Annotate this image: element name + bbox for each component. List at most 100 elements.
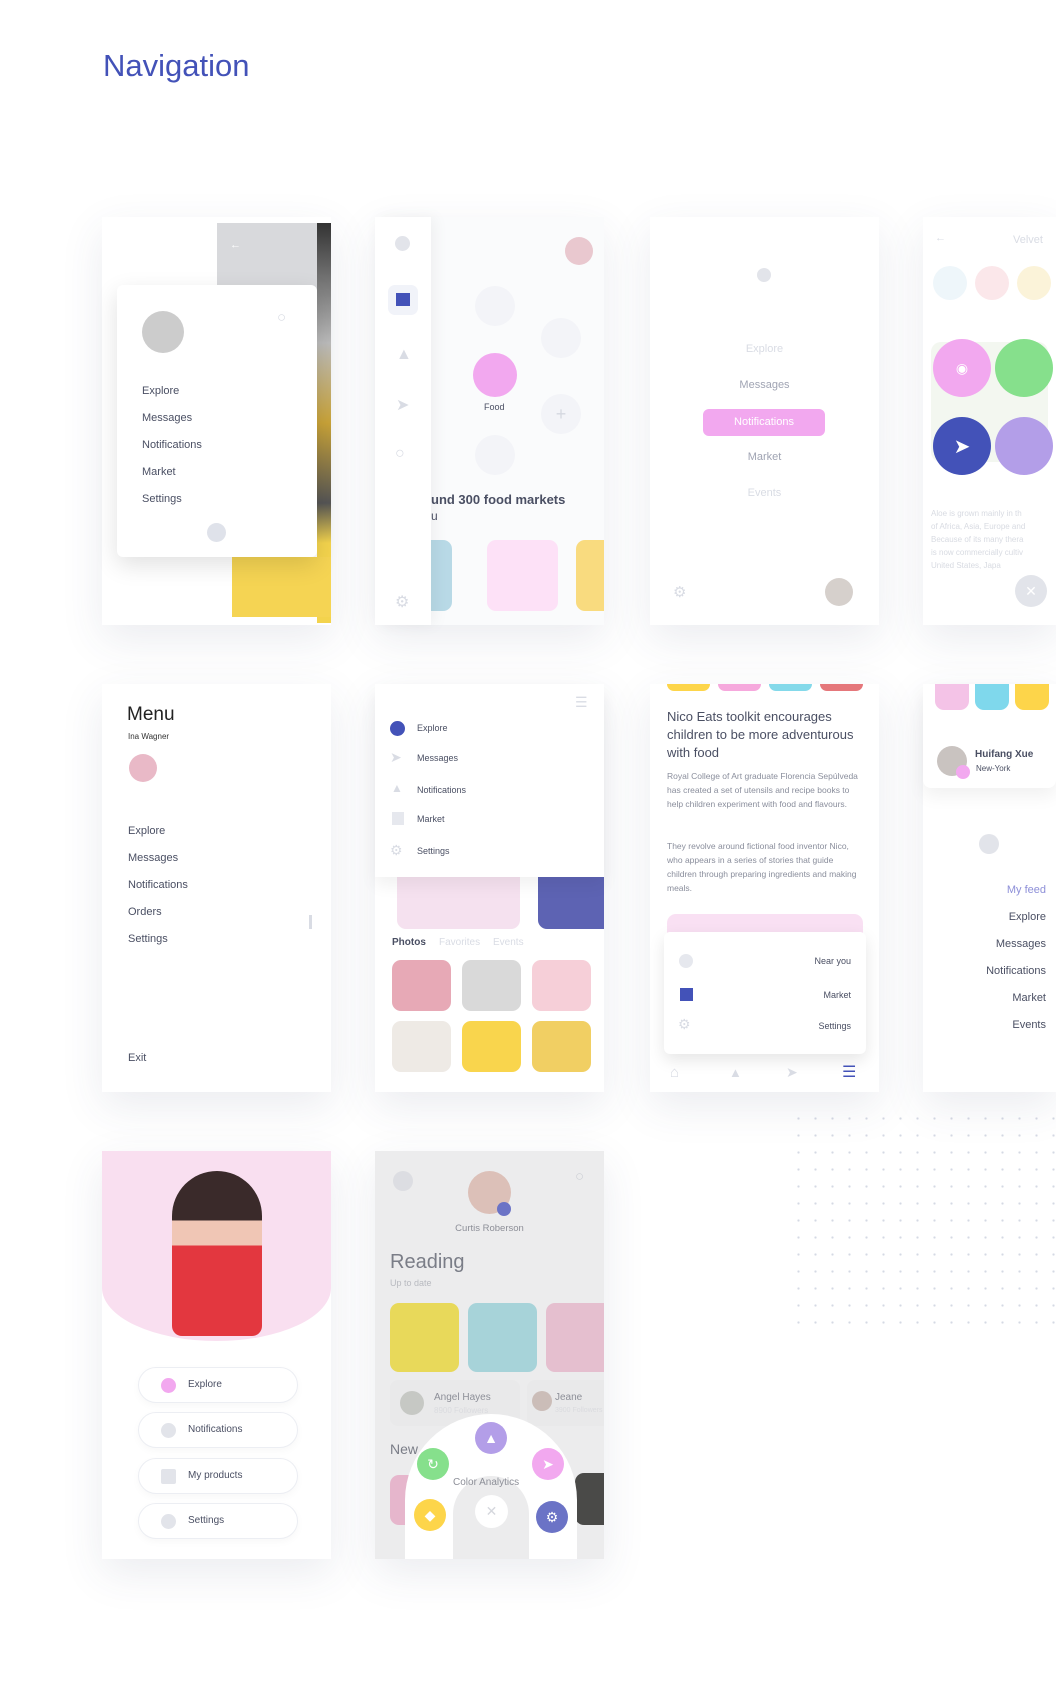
bell-icon[interactable]: ▲ — [729, 1065, 742, 1080]
chevron-down-icon[interactable] — [207, 523, 226, 542]
menu-item-settings[interactable]: Settings — [128, 933, 168, 945]
hamburger-icon[interactable]: ☰ — [575, 694, 588, 711]
food-image[interactable] — [468, 1303, 537, 1372]
add-category-button[interactable]: + — [541, 394, 581, 434]
menu-item-explore[interactable]: Explore — [417, 723, 448, 733]
section-subtitle: Up to date — [390, 1278, 432, 1288]
pill-my-products[interactable]: My products — [138, 1458, 298, 1494]
tab-photos[interactable]: Photos — [392, 937, 426, 948]
menu-item-explore[interactable]: Explore — [650, 343, 879, 355]
home-icon[interactable]: ⌂ — [670, 1064, 679, 1081]
menu-item-events[interactable]: Events — [1012, 1019, 1046, 1031]
menu-item-explore[interactable]: Explore — [1009, 911, 1046, 923]
compass-button[interactable]: ◆ — [414, 1499, 446, 1531]
pill-settings[interactable]: Settings — [138, 1503, 298, 1539]
menu-item-explore[interactable]: Explore — [128, 825, 165, 837]
category-bubble[interactable] — [475, 435, 515, 475]
menu-item-market[interactable]: Market — [417, 814, 445, 824]
avatar[interactable] — [142, 311, 184, 353]
menu-item-market[interactable]: Market — [650, 451, 879, 463]
food-image[interactable] — [546, 1303, 604, 1372]
avatar[interactable] — [565, 237, 593, 265]
category-bubble[interactable] — [475, 286, 515, 326]
send-icon[interactable]: ➤ — [786, 1064, 798, 1081]
user-location: New-York — [976, 764, 1011, 773]
hamburger-icon[interactable]: ☰ — [842, 1062, 856, 1082]
photo-thumbnail[interactable] — [532, 1021, 591, 1072]
add-badge[interactable] — [497, 1202, 511, 1216]
menu-item-events[interactable]: Events — [650, 487, 879, 499]
menu-item-notifications[interactable]: Notifications — [128, 879, 188, 891]
menu-item-explore[interactable]: Explore — [142, 385, 179, 397]
panel-fab-menu: ← Velvet ◉ ➤ Aloe is grown mainly in th o… — [923, 217, 1056, 625]
search-icon[interactable]: ○ — [575, 1168, 584, 1185]
menu-item-settings[interactable]: Settings — [818, 1021, 851, 1031]
menu-item-notifications-active[interactable]: Notifications — [703, 409, 825, 436]
avatar[interactable] — [825, 578, 853, 606]
tab-favorites[interactable]: Favorites — [439, 937, 480, 948]
bell-icon[interactable]: ▲ — [396, 346, 412, 364]
back-arrow-icon[interactable]: ← — [230, 239, 241, 251]
send-button[interactable]: ➤ — [532, 1448, 564, 1480]
menu-item-messages[interactable]: Messages — [142, 412, 192, 424]
photo-thumbnail[interactable] — [462, 960, 521, 1011]
avatar[interactable] — [129, 754, 157, 782]
person-card[interactable]: Jeane 3900 Followers — [527, 1380, 604, 1426]
bell-button[interactable]: ▲ — [475, 1422, 507, 1454]
refresh-button[interactable]: ↻ — [417, 1448, 449, 1480]
fab-green[interactable] — [995, 339, 1053, 397]
menu-item-market[interactable]: Market — [1012, 992, 1046, 1004]
fab-purple[interactable] — [995, 417, 1053, 475]
close-icon[interactable] — [757, 268, 771, 282]
menu-item-notifications[interactable]: Notifications — [417, 785, 466, 795]
menu-item-notifications[interactable]: Notifications — [986, 965, 1046, 977]
menu-item-messages[interactable]: Messages — [650, 379, 879, 391]
menu-title: Menu — [127, 704, 175, 725]
close-button[interactable]: ✕ — [1015, 575, 1047, 607]
settings-button[interactable]: ⚙ — [536, 1501, 568, 1533]
food-image[interactable] — [390, 1303, 459, 1372]
tab-events[interactable]: Events — [493, 937, 524, 948]
back-arrow-icon[interactable]: ← — [935, 232, 946, 244]
photo-thumbnail[interactable] — [392, 1021, 451, 1072]
compass-fab[interactable]: ◉ — [933, 339, 991, 397]
search-icon[interactable]: ○ — [277, 309, 286, 326]
menu-item-near-you[interactable]: Near you — [814, 956, 851, 966]
scroll-indicator[interactable] — [309, 915, 312, 929]
menu-item-market[interactable]: Market — [823, 990, 851, 1000]
chevron-down-icon[interactable] — [979, 834, 999, 854]
back-button[interactable] — [393, 1171, 413, 1191]
menu-item-market[interactable]: Market — [142, 466, 176, 478]
photo-thumbnail[interactable] — [392, 960, 451, 1011]
menu-item-my-feed[interactable]: My feed — [1007, 884, 1046, 896]
food-image[interactable] — [576, 540, 604, 611]
gear-icon[interactable]: ⚙ — [673, 583, 686, 601]
menu-item-messages[interactable]: Messages — [417, 753, 458, 763]
menu-item-notifications[interactable]: Notifications — [142, 439, 202, 451]
send-icon[interactable]: ➤ — [396, 395, 409, 415]
send-fab[interactable]: ➤ — [933, 417, 991, 475]
exit-button[interactable]: Exit — [128, 1052, 146, 1064]
subheadline: u — [431, 509, 438, 523]
pill-explore[interactable]: Explore — [138, 1367, 298, 1403]
home-icon[interactable] — [388, 285, 418, 315]
menu-item-orders[interactable]: Orders — [128, 906, 162, 918]
add-badge[interactable] — [956, 765, 970, 779]
pill-notifications[interactable]: Notifications — [138, 1412, 298, 1448]
compass-icon: ◉ — [955, 359, 969, 376]
gear-icon[interactable]: ⚙ — [395, 592, 409, 612]
food-image[interactable] — [487, 540, 558, 611]
article-title: Velvet — [1013, 234, 1043, 246]
category-food-button[interactable] — [473, 353, 517, 397]
search-icon[interactable]: ○ — [395, 445, 405, 463]
menu-item-messages[interactable]: Messages — [996, 938, 1046, 950]
photo-thumbnail[interactable] — [462, 1021, 521, 1072]
menu-item-messages[interactable]: Messages — [128, 852, 178, 864]
photo-thumbnail[interactable] — [532, 960, 591, 1011]
category-bubble[interactable] — [541, 318, 581, 358]
panel-card-menu: ← ○ Explore Messages Notifications Marke… — [102, 217, 331, 625]
close-icon[interactable] — [395, 236, 410, 251]
menu-item-settings[interactable]: Settings — [417, 846, 450, 856]
menu-item-settings[interactable]: Settings — [142, 493, 182, 505]
close-button[interactable]: ✕ — [475, 1495, 508, 1528]
